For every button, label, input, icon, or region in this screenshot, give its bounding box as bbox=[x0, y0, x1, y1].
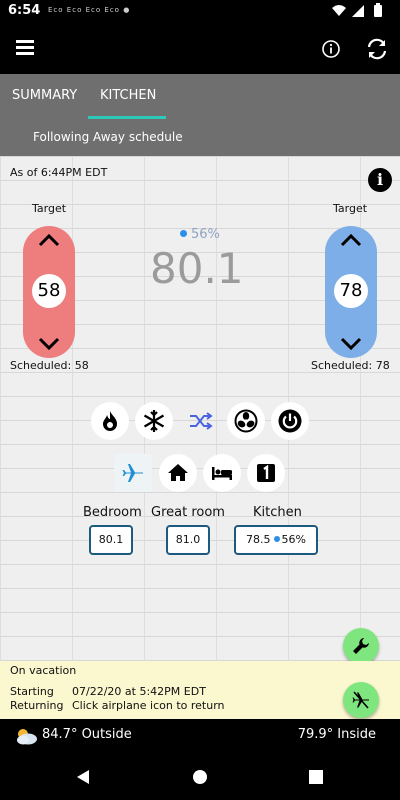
menu-icon[interactable] bbox=[16, 40, 34, 56]
heat-target-label: Target bbox=[32, 202, 67, 215]
partly-cloudy-icon bbox=[17, 729, 37, 745]
heat-increase-icon[interactable] bbox=[37, 232, 61, 248]
weather-bar: 84.7° Outside 79.9° Inside bbox=[0, 719, 400, 755]
heat-decrease-icon[interactable] bbox=[37, 336, 61, 352]
system-icons bbox=[330, 3, 392, 23]
cool-decrease-icon[interactable] bbox=[339, 336, 363, 352]
number-one-icon[interactable] bbox=[247, 454, 285, 492]
back-icon[interactable] bbox=[75, 769, 91, 785]
active-tab-indicator bbox=[88, 116, 166, 119]
status-bar: 6:54 Eco Eco Eco Eco ● bbox=[0, 0, 400, 24]
wrench-icon[interactable] bbox=[343, 628, 379, 664]
app-bar bbox=[0, 24, 400, 74]
info-icon[interactable] bbox=[320, 38, 342, 60]
snowflake-icon[interactable] bbox=[135, 402, 173, 440]
heat-setpoint-control: 58 bbox=[23, 226, 75, 358]
as-of-timestamp: As of 6:44PM EDT bbox=[10, 166, 108, 179]
home-icon[interactable] bbox=[159, 454, 197, 492]
schedule-bar: Following Away schedule bbox=[0, 120, 400, 156]
tab-summary[interactable]: SUMMARY bbox=[12, 88, 77, 103]
eco-notification: Eco bbox=[48, 6, 64, 14]
cool-increase-icon[interactable] bbox=[339, 232, 363, 248]
zone-kitchen-temp[interactable]: 78.5 56% bbox=[234, 525, 318, 555]
cool-setpoint-value: 78 bbox=[334, 274, 368, 308]
thermostat-panel: As of 6:44PM EDT i Target 58 Scheduled: … bbox=[0, 156, 400, 661]
zone-bedroom-label: Bedroom bbox=[83, 505, 142, 520]
humidity-drop-icon bbox=[273, 536, 280, 542]
vacation-starting-value: 07/22/20 at 5:42PM EDT bbox=[72, 685, 206, 698]
airplane-icon[interactable] bbox=[114, 454, 152, 492]
current-humidity: 56% bbox=[180, 227, 220, 242]
cool-scheduled-label: Scheduled: 78 bbox=[311, 359, 390, 372]
notification-icons: Eco Eco Eco Eco ● bbox=[48, 6, 130, 14]
heat-setpoint-value: 58 bbox=[32, 274, 66, 308]
zone-kitchen-humidity: 56% bbox=[281, 533, 306, 546]
humidity-drop-icon bbox=[180, 230, 187, 237]
bed-icon[interactable] bbox=[203, 454, 241, 492]
schedule-text: Following Away schedule bbox=[33, 130, 183, 144]
eco-notification: Eco bbox=[66, 6, 83, 14]
dot-icon: ● bbox=[123, 6, 131, 14]
vacation-returning-value: Click airplane icon to return bbox=[72, 699, 225, 712]
zone-kitchen-label: Kitchen bbox=[253, 505, 302, 520]
vacation-title: On vacation bbox=[10, 664, 77, 677]
tab-kitchen[interactable]: KITCHEN bbox=[100, 88, 156, 103]
wifi-signal-battery-icon bbox=[332, 3, 382, 17]
eco-notification: Eco bbox=[104, 6, 120, 14]
vacation-returning-label: Returning bbox=[10, 699, 64, 712]
outside-temperature: 84.7° Outside bbox=[42, 727, 132, 742]
humidity-value: 56% bbox=[191, 227, 220, 242]
power-icon[interactable] bbox=[271, 402, 309, 440]
refresh-icon[interactable] bbox=[364, 36, 390, 62]
current-temperature: 80.1 bbox=[150, 244, 244, 293]
recents-icon[interactable] bbox=[308, 769, 324, 785]
home-nav-icon[interactable] bbox=[192, 769, 208, 785]
system-navigation-bar bbox=[0, 755, 400, 800]
heat-scheduled-label: Scheduled: 58 bbox=[10, 359, 89, 372]
flight-land-icon[interactable] bbox=[343, 682, 379, 718]
status-time: 6:54 bbox=[8, 3, 41, 18]
eco-notification: Eco bbox=[85, 6, 102, 14]
fan-icon[interactable] bbox=[227, 402, 265, 440]
zone-great-room-temp[interactable]: 81.0 bbox=[166, 525, 210, 555]
vacation-panel: On vacation Starting 07/22/20 at 5:42PM … bbox=[0, 661, 400, 719]
zone-great-room-label: Great room bbox=[151, 505, 225, 520]
tab-bar: SUMMARY KITCHEN bbox=[0, 74, 400, 120]
info-icon[interactable]: i bbox=[368, 168, 392, 192]
shuffle-icon[interactable] bbox=[181, 402, 219, 440]
zone-bedroom-temp[interactable]: 80.1 bbox=[89, 525, 133, 555]
vacation-starting-label: Starting bbox=[10, 685, 54, 698]
flame-icon[interactable] bbox=[91, 402, 129, 440]
cool-setpoint-control: 78 bbox=[325, 226, 377, 358]
zone-kitchen-value: 78.5 bbox=[246, 533, 271, 546]
cool-target-label: Target bbox=[333, 202, 368, 215]
inside-temperature: 79.9° Inside bbox=[297, 727, 376, 742]
